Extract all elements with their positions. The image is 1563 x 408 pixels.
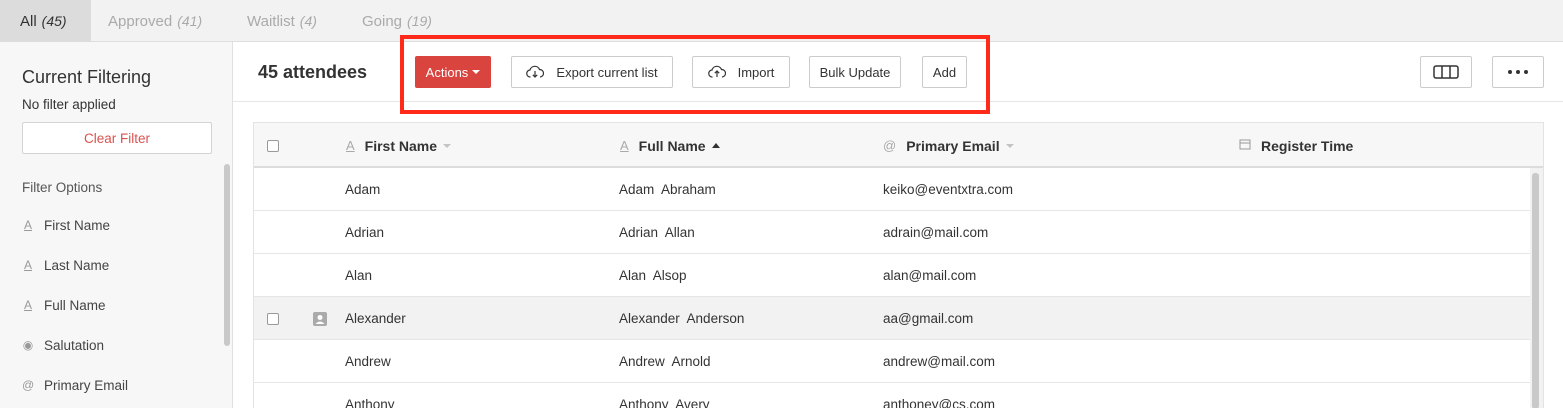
table-row[interactable]: Anthony Anthony Avery anthoney@cs.com	[254, 383, 1530, 408]
filter-status: No filter applied	[22, 97, 116, 112]
table-row[interactable]: Adrian Adrian Allan adrain@mail.com	[254, 211, 1530, 254]
table-header: A First Name A Full Name @ Primary Email…	[254, 123, 1543, 168]
text-icon: A	[620, 138, 629, 153]
sort-icon	[1005, 143, 1014, 148]
cell-first-name: Adrian	[345, 225, 385, 240]
table-scrollbar[interactable]	[1532, 173, 1539, 408]
tab-count: (19)	[407, 13, 432, 29]
column-label: Register Time	[1261, 137, 1354, 154]
app-root: All (45) Approved (41) Waitlist (4) Goin…	[0, 0, 1563, 408]
tab-count: (41)	[177, 13, 203, 29]
at-icon: @	[22, 378, 35, 392]
tab-waitlist[interactable]: Waitlist (4)	[227, 0, 337, 42]
filter-item-label: Primary Email	[44, 377, 129, 393]
table-row[interactable]: Alexander Alexander Anderson aa@gmail.co…	[254, 297, 1530, 340]
column-register-time[interactable]: Register Time	[1239, 123, 1353, 168]
filter-title: Current Filtering	[22, 67, 152, 87]
cell-email: keiko@eventxtra.com	[883, 182, 1014, 197]
filter-options-heading: Filter Options	[22, 180, 103, 195]
text-icon: A	[23, 298, 32, 312]
at-icon: @	[883, 138, 897, 153]
cell-full-name: Alan Alsop	[619, 268, 687, 283]
filter-item-label: Last Name	[44, 257, 110, 273]
highlight-annotation-box	[400, 35, 990, 114]
tab-label: All	[20, 12, 37, 30]
column-full-name[interactable]: A Full Name	[620, 123, 720, 168]
row-checkbox[interactable]	[267, 313, 279, 325]
filter-item-first-name[interactable]: A First Name	[22, 215, 110, 235]
select-all-checkbox[interactable]	[267, 140, 279, 152]
filter-item-label: Salutation	[44, 337, 105, 353]
filter-item-salutation[interactable]: ◉ Salutation	[22, 335, 104, 355]
contact-card-icon[interactable]	[312, 297, 328, 340]
columns-icon	[1433, 65, 1459, 79]
cell-first-name: Anthony	[345, 397, 395, 408]
column-label: First Name	[364, 137, 438, 154]
cell-first-name: Adam	[345, 182, 381, 197]
cell-first-name: Andrew	[345, 354, 391, 369]
ellipsis-icon	[1508, 70, 1528, 74]
filter-sidebar: Current Filtering No filter applied Clea…	[0, 42, 233, 408]
attendee-table: A First Name A Full Name @ Primary Email…	[253, 122, 1544, 408]
column-label: Full Name	[638, 137, 706, 154]
cell-email: anthoney@cs.com	[883, 397, 996, 408]
tab-count: (45)	[41, 13, 67, 29]
attendee-count: 45 attendees	[258, 62, 368, 82]
column-first-name[interactable]: A First Name	[346, 123, 452, 168]
more-options-button[interactable]	[1492, 56, 1544, 88]
clear-filter-button[interactable]: Clear Filter	[22, 122, 212, 154]
cell-first-name: Alan	[345, 268, 373, 283]
table-row[interactable]: Andrew Andrew Arnold andrew@mail.com	[254, 340, 1530, 383]
tab-count: (4)	[299, 13, 317, 29]
column-label: Primary Email	[906, 137, 1000, 154]
filter-item-label: Full Name	[44, 297, 106, 313]
cell-full-name: Adam Abraham	[619, 182, 716, 197]
filter-item-label: First Name	[44, 217, 111, 233]
calendar-icon	[1239, 138, 1251, 153]
tab-label: Waitlist	[247, 12, 295, 30]
cell-first-name: Alexander	[345, 311, 406, 326]
cell-email: andrew@mail.com	[883, 354, 995, 369]
radio-icon: ◉	[22, 338, 34, 352]
text-icon: A	[346, 138, 355, 153]
table-row[interactable]: Alan Alan Alsop alan@mail.com	[254, 254, 1530, 297]
text-icon: A	[23, 258, 32, 272]
columns-toggle-button[interactable]	[1420, 56, 1472, 88]
filter-item-last-name[interactable]: A Last Name	[22, 255, 109, 275]
tab-all[interactable]: All (45)	[0, 0, 91, 42]
filter-item-full-name[interactable]: A Full Name	[22, 295, 106, 315]
sort-ascending-icon	[711, 143, 720, 148]
tab-label: Going	[362, 12, 403, 30]
cell-full-name: Andrew Arnold	[619, 354, 711, 369]
sidebar-scrollbar[interactable]	[224, 164, 230, 346]
table-row[interactable]: Adam Adam Abraham keiko@eventxtra.com	[254, 168, 1530, 211]
cell-full-name: Anthony Avery	[619, 397, 710, 408]
tab-approved[interactable]: Approved (41)	[88, 0, 222, 42]
column-primary-email[interactable]: @ Primary Email	[883, 123, 1014, 168]
cell-full-name: Alexander Anderson	[619, 311, 745, 326]
cell-email: adrain@mail.com	[883, 225, 989, 240]
sort-icon	[443, 143, 452, 148]
cell-email: alan@mail.com	[883, 268, 977, 283]
text-icon: A	[23, 218, 32, 232]
cell-email: aa@gmail.com	[883, 311, 974, 326]
filter-item-primary-email[interactable]: @ Primary Email	[22, 375, 128, 395]
tab-label: Approved	[108, 12, 173, 30]
cell-full-name: Adrian Allan	[619, 225, 695, 240]
